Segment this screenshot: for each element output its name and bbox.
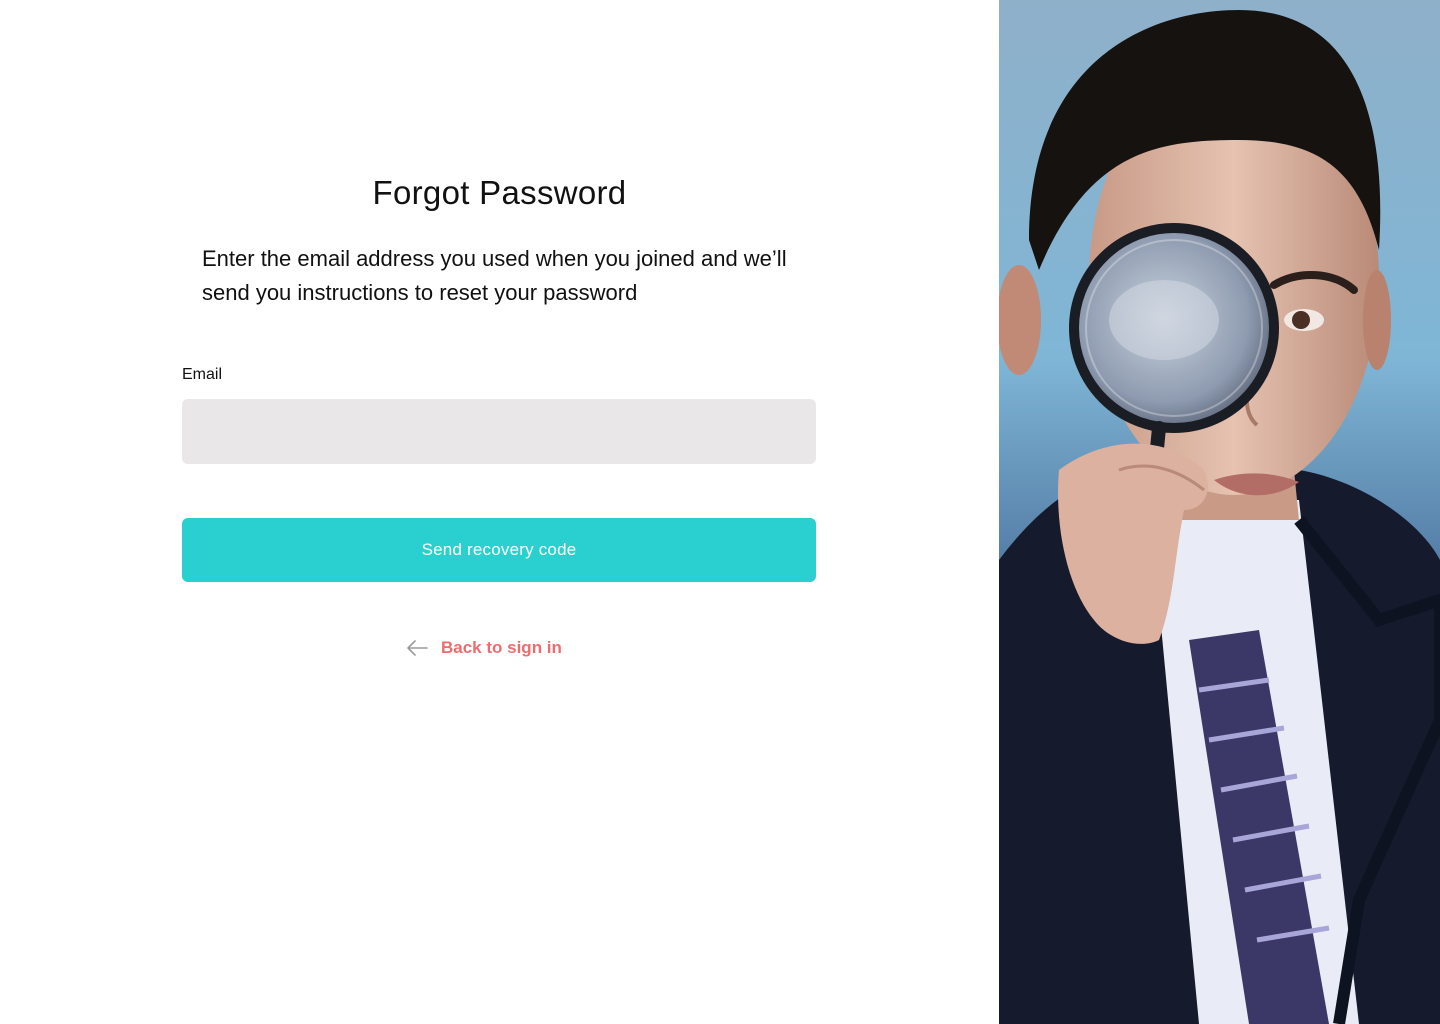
forgot-password-page: Forgot Password Enter the email address … [0,0,1440,1024]
arrow-left-icon [405,638,429,658]
email-input[interactable] [182,399,816,464]
hero-photo [999,0,1440,1024]
form-panel: Forgot Password Enter the email address … [0,0,999,1024]
page-title: Forgot Password [372,174,627,211]
back-to-sign-in-label: Back to sign in [441,638,562,657]
instructions-text: Enter the email address you used when yo… [202,246,787,305]
back-to-sign-in-link[interactable]: Back to sign in [405,634,562,662]
email-label: Email [182,366,223,383]
send-recovery-code-button[interactable]: Send recovery code [182,518,816,582]
